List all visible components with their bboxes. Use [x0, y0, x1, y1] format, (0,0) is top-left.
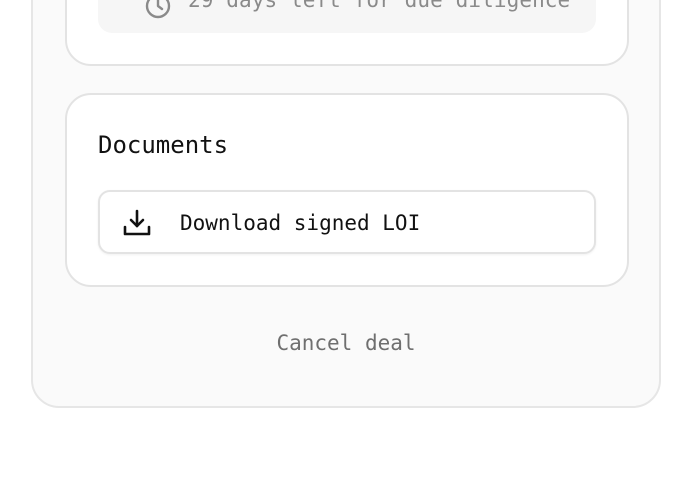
download-button-label: Download signed LOI: [180, 211, 421, 235]
due-diligence-text: 29 days left for due diligence: [188, 0, 571, 12]
due-diligence-status: 29 days left for due diligence: [98, 0, 596, 33]
download-signed-loi-button[interactable]: Download signed LOI: [98, 190, 596, 254]
clock-icon: [145, 0, 171, 19]
documents-title: Documents: [98, 131, 229, 159]
cancel-deal-button[interactable]: Cancel deal: [0, 331, 682, 355]
download-icon: [123, 209, 151, 236]
